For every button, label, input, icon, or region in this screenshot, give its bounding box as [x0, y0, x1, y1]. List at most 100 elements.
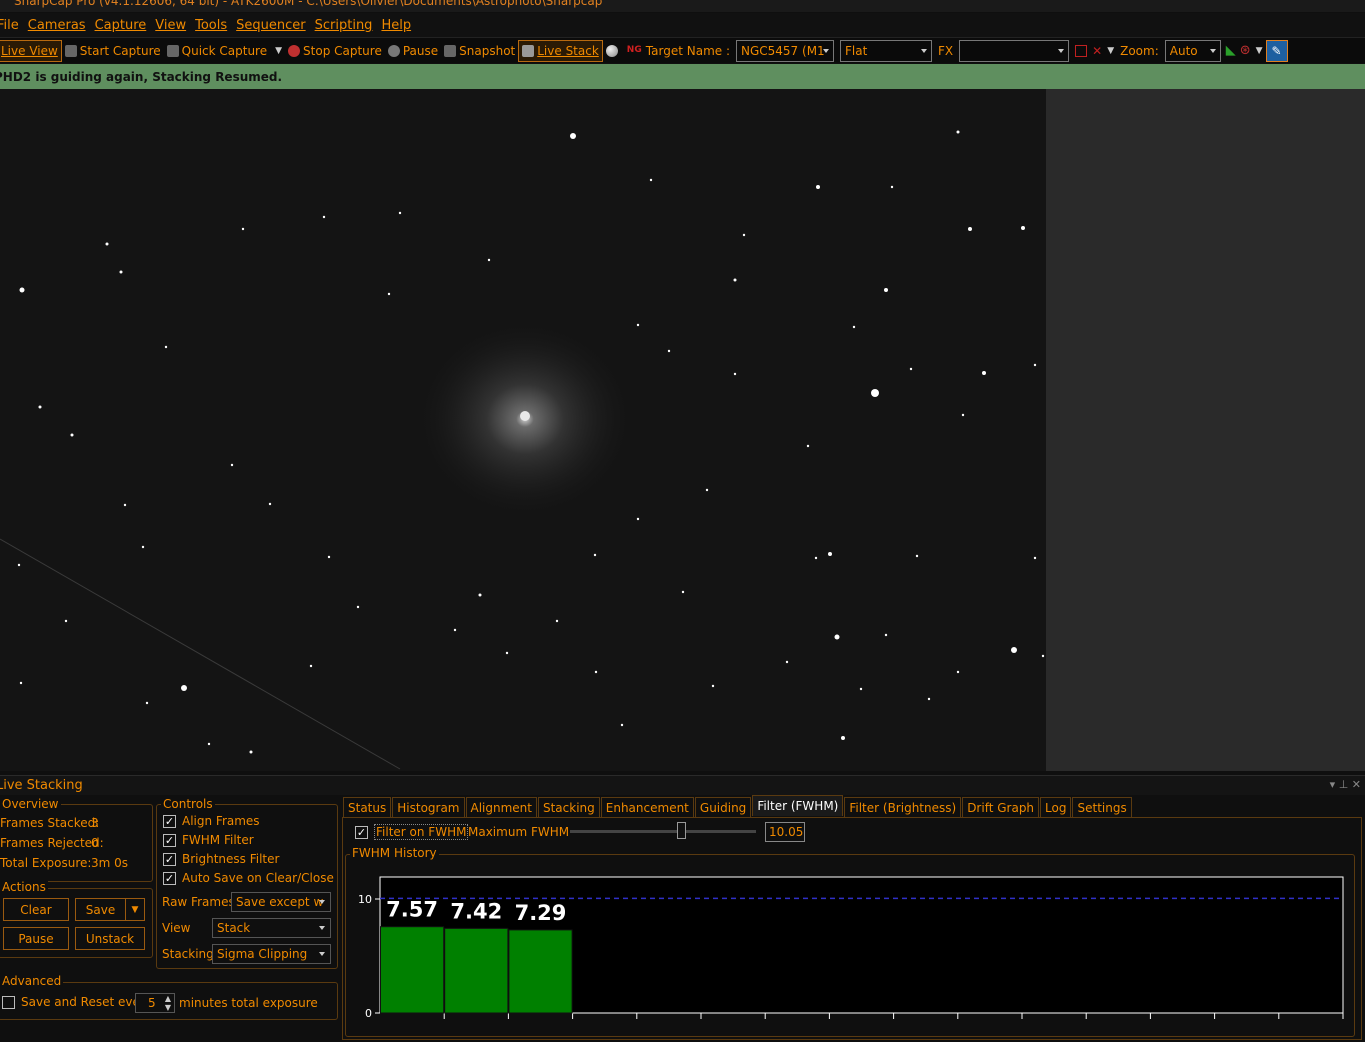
menu-help[interactable]: Help: [381, 18, 420, 33]
auto-save-checkbox[interactable]: ✓ Auto Save on Clear/Close: [163, 871, 334, 885]
save-reset-minutes-stepper[interactable]: 5 ▲ ▼: [135, 993, 175, 1013]
snapshot-button[interactable]: Snapshot: [441, 40, 518, 62]
histogram-icon[interactable]: ◣: [1224, 40, 1238, 62]
fwhm-bar-value-label: 7.42: [450, 899, 502, 923]
tab-filter-brightness[interactable]: Filter (Brightness): [844, 797, 962, 817]
total-exposure-value: 3m 0s: [91, 856, 129, 870]
tab-status[interactable]: Status: [343, 797, 392, 817]
fwhm-filter-checkbox[interactable]: ✓ FWHM Filter: [163, 833, 254, 847]
chevron-down-icon: [319, 952, 325, 956]
save-reset-minutes-value: 5: [148, 996, 156, 1010]
chevron-down-icon[interactable]: ▼: [1104, 40, 1117, 62]
menu-capture[interactable]: Capture: [95, 18, 156, 33]
filter-on-fwhm-checkbox[interactable]: ✓ Filter on FWHM: [355, 824, 469, 840]
fwhm-chart-svg: 0 10 7.57 7.42 7.29: [358, 876, 1344, 1020]
checkmark-icon[interactable]: ✓: [163, 871, 176, 885]
frames-stacked-label: Frames Stacked:: [0, 816, 100, 830]
start-capture-button[interactable]: Start Capture: [62, 40, 164, 62]
menu-scripting[interactable]: Scripting: [315, 18, 382, 33]
brightness-filter-checkbox[interactable]: ✓ Brightness Filter: [163, 852, 279, 866]
live-stacking-panel-header: Live Stacking ▾ ⊥ ✕: [0, 775, 1365, 795]
pause-stack-button[interactable]: Pause: [3, 927, 69, 950]
quick-capture-button[interactable]: Quick Capture ▼: [164, 40, 285, 62]
tab-histogram[interactable]: Histogram: [392, 797, 465, 817]
camera-icon: [166, 44, 179, 57]
save-button[interactable]: Save: [75, 898, 126, 921]
stop-icon: [288, 44, 301, 57]
moon-button[interactable]: [603, 40, 624, 62]
live-stacking-panel-title: Live Stacking: [0, 778, 83, 793]
frames-rejected-label: Frames Rejected:: [0, 836, 104, 850]
chevron-down-icon: ▼: [131, 904, 139, 915]
stacking-value: Sigma Clipping: [217, 947, 308, 961]
live-view-button[interactable]: Live View: [0, 39, 62, 62]
crosshair-icon[interactable]: ✕: [1090, 40, 1104, 62]
checkmark-icon[interactable]: ✓: [355, 825, 368, 839]
zoom-label: Zoom:: [1120, 43, 1159, 58]
target-name-select[interactable]: NGC5457 (M1: [736, 39, 834, 62]
stop-capture-button[interactable]: Stop Capture: [285, 40, 385, 62]
raw-frames-value: Save except w: [236, 895, 324, 909]
stacking-label: Stacking: [162, 947, 214, 961]
advanced-title: Advanced: [0, 974, 64, 988]
brightness-filter-label: Brightness Filter: [182, 852, 280, 866]
stepper-arrows-icon[interactable]: ▲ ▼: [165, 994, 171, 1012]
checkmark-icon[interactable]: ✓: [163, 852, 176, 866]
maximum-fwhm-slider[interactable]: [570, 830, 756, 833]
maximum-fwhm-value[interactable]: 10.05: [765, 822, 805, 842]
checkmark-icon[interactable]: ✓: [163, 833, 176, 847]
checkmark-icon[interactable]: ✓: [163, 814, 176, 828]
chevron-down-icon[interactable]: ▼: [275, 46, 282, 56]
unstack-button[interactable]: Unstack: [75, 927, 145, 950]
raw-frames-select[interactable]: Save except w: [231, 892, 331, 912]
frame-type-select[interactable]: Flat: [840, 39, 932, 62]
fwhm-bar: [444, 927, 509, 1014]
menu-view[interactable]: View: [155, 18, 195, 33]
image-viewer[interactable]: [0, 89, 1365, 771]
maximum-fwhm-label: Maximum FWHM: [468, 825, 570, 839]
live-stack-button[interactable]: Live Stack: [518, 39, 603, 62]
zoom-select[interactable]: Auto: [1164, 39, 1221, 62]
tab-log[interactable]: Log: [1040, 797, 1072, 817]
slider-handle[interactable]: [676, 822, 686, 839]
frames-rejected-value: 0: [91, 836, 99, 850]
target-name-nc-button[interactable]: NG Target Name :: [624, 40, 733, 62]
chevron-down-icon[interactable]: ▼: [1253, 40, 1266, 62]
chevron-down-icon: [319, 926, 325, 930]
save-dropdown-button[interactable]: ▼: [125, 898, 145, 921]
save-reset-checkbox[interactable]: Save and Reset every: [2, 995, 152, 1009]
menu-file[interactable]: File: [0, 18, 28, 33]
focus-icon[interactable]: ⊛: [1238, 40, 1253, 62]
live-stack-label: Live Stack: [537, 43, 599, 58]
ngc-icon: NG: [626, 44, 642, 55]
panel-window-buttons[interactable]: ▾ ⊥ ✕: [1330, 778, 1361, 791]
status-notification: PHD2 is guiding again, Stacking Resumed.: [0, 64, 1365, 89]
pause-icon: [387, 44, 400, 57]
tab-guiding[interactable]: Guiding: [694, 797, 752, 817]
stacking-select[interactable]: Sigma Clipping: [212, 944, 331, 964]
tab-drift-graph[interactable]: Drift Graph: [962, 797, 1040, 817]
align-frames-checkbox[interactable]: ✓ Align Frames: [163, 814, 260, 828]
reticule-icon[interactable]: [1075, 44, 1088, 57]
chevron-down-icon: [1058, 48, 1065, 53]
y-tick-label: 10: [358, 893, 372, 906]
status-message: PHD2 is guiding again, Stacking Resumed.: [0, 69, 283, 84]
tab-alignment[interactable]: Alignment: [465, 797, 537, 817]
fx-select[interactable]: [959, 39, 1070, 62]
tab-enhancement[interactable]: Enhancement: [600, 797, 694, 817]
menu-sequencer[interactable]: Sequencer: [236, 18, 314, 33]
pause-button[interactable]: Pause: [385, 40, 441, 62]
snapshot-icon: [444, 44, 457, 57]
snapshot-label: Snapshot: [459, 43, 516, 58]
start-capture-label: Start Capture: [79, 43, 161, 58]
y-tick-label: 0: [365, 1007, 372, 1020]
tab-stacking[interactable]: Stacking: [537, 797, 600, 817]
checkbox-box[interactable]: [2, 995, 15, 1009]
view-select[interactable]: Stack: [212, 918, 331, 938]
pin-icon[interactable]: ✎: [1265, 39, 1288, 62]
tab-filter-fwhm[interactable]: Filter (FWHM): [752, 795, 844, 816]
clear-button[interactable]: Clear: [3, 898, 69, 921]
menu-tools[interactable]: Tools: [195, 18, 236, 33]
menu-cameras[interactable]: Cameras: [28, 18, 95, 33]
tab-settings[interactable]: Settings: [1072, 797, 1132, 817]
